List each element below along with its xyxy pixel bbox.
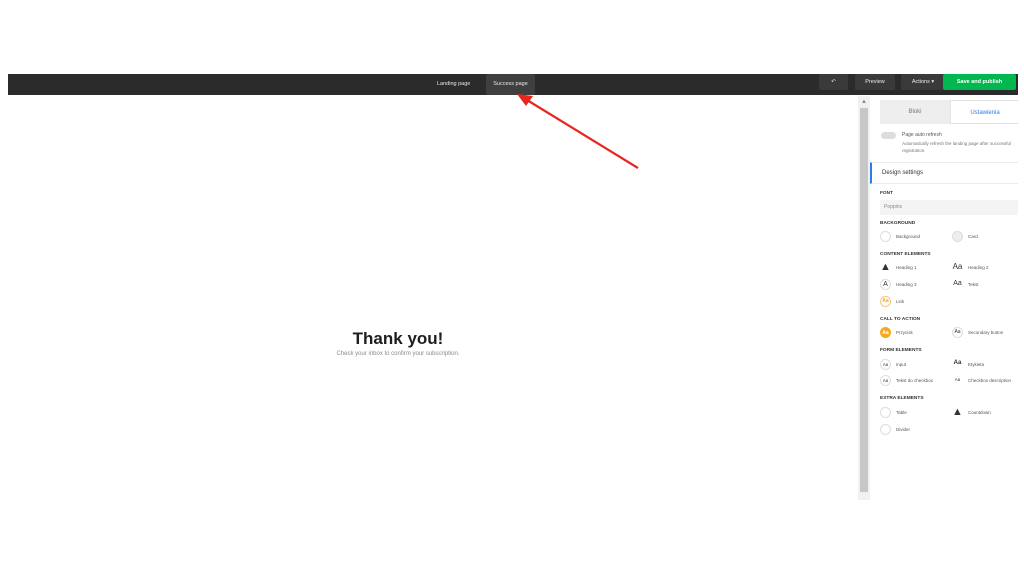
annotation-arrow-icon xyxy=(517,94,639,169)
arrow-shaft xyxy=(526,99,639,169)
arrow-head xyxy=(517,94,533,106)
